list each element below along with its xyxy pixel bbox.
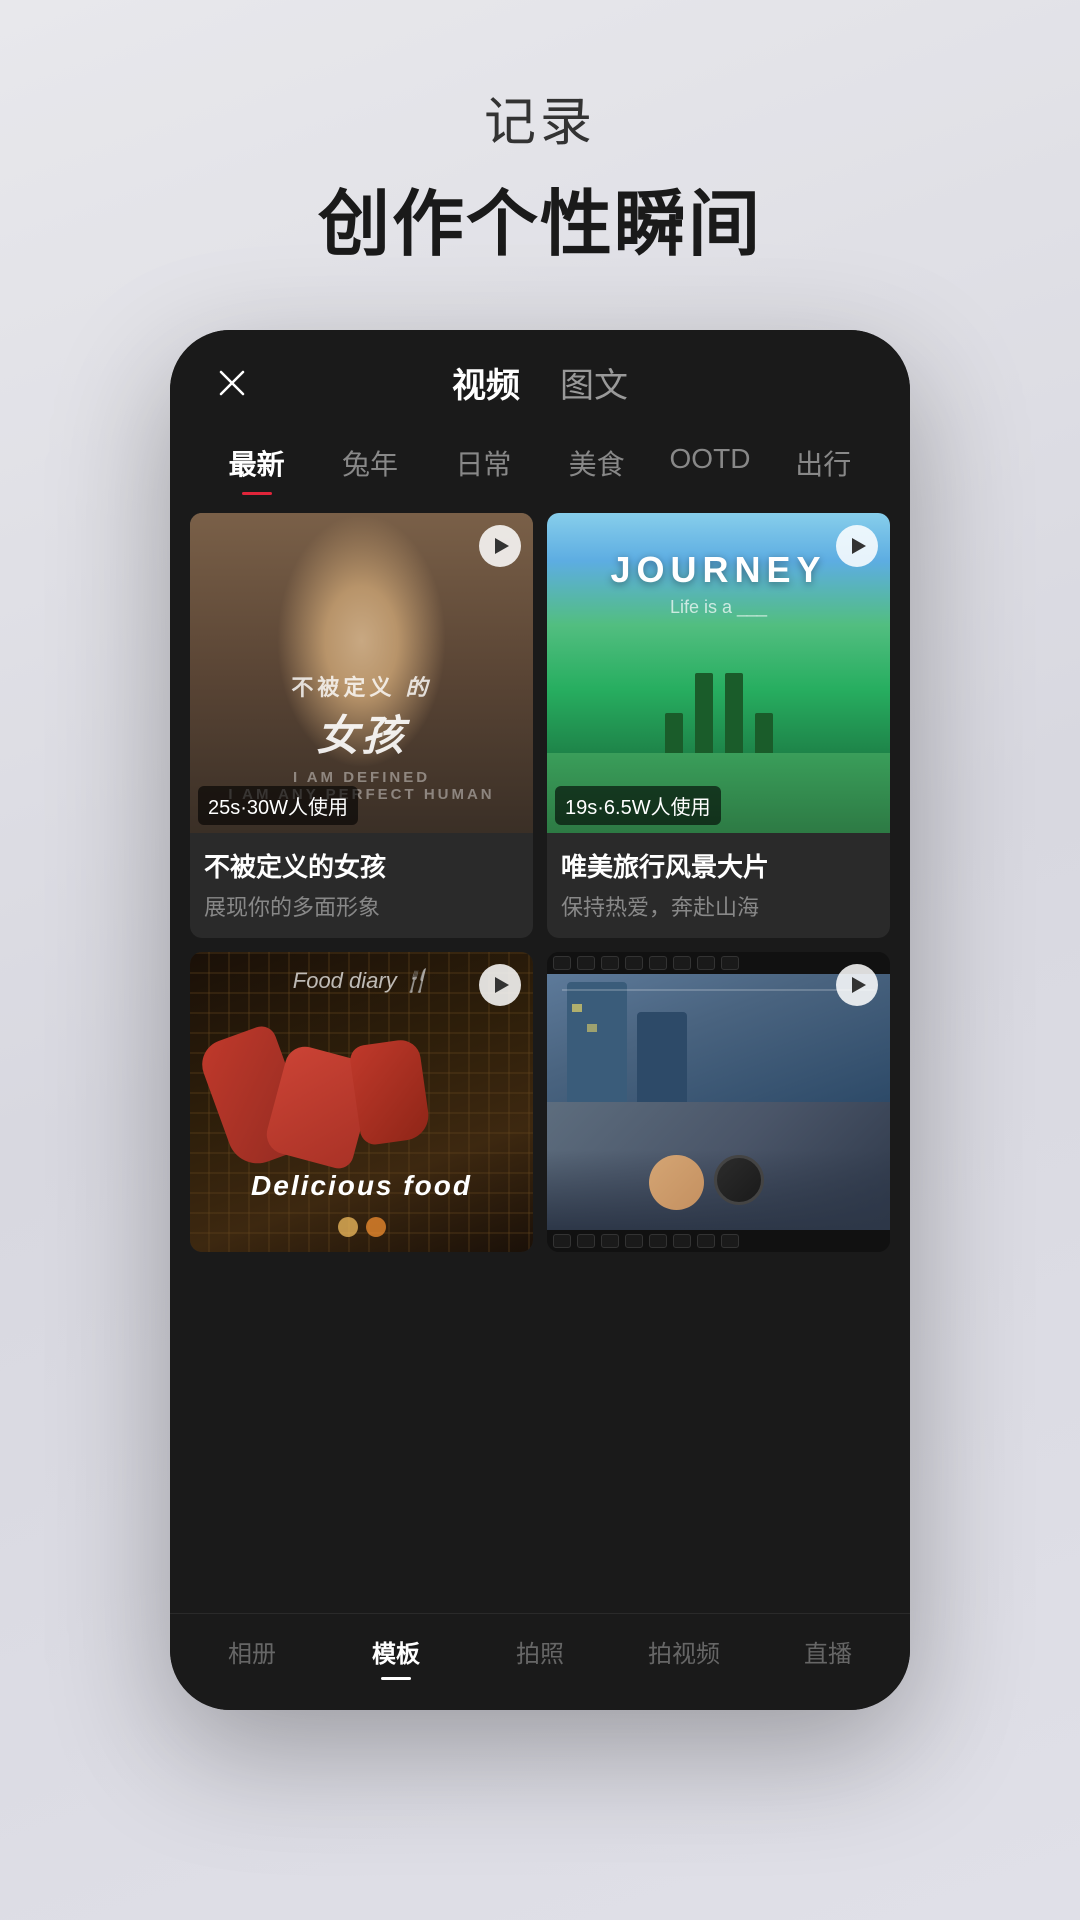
girl-overlay-text: 不被定义 的 女孩 I AM DEFINEDI AM ANY PERFECT H… [190, 670, 533, 803]
card-food[interactable]: Food diary 🍴 Delicious food [190, 952, 533, 1252]
film-hole-8 [721, 956, 739, 970]
film-hole-b2 [577, 1234, 595, 1248]
play-button-journey[interactable] [836, 525, 878, 567]
card-food-thumbnail: Food diary 🍴 Delicious food [190, 952, 533, 1252]
nav-photo-label: 拍照 [516, 1634, 564, 1669]
person-head-2 [714, 1155, 764, 1205]
window-2 [587, 1024, 597, 1032]
film-hole-b6 [673, 1234, 691, 1248]
nav-template-label: 模板 [372, 1634, 420, 1669]
card-girl-thumbnail: 不被定义 的 女孩 I AM DEFINEDI AM ANY PERFECT H… [190, 513, 533, 833]
card-girl-title: 不被定义的女孩 [204, 847, 519, 884]
film-strip-top [547, 952, 890, 974]
horizon-line [562, 989, 875, 991]
film-hole-5 [649, 956, 667, 970]
journey-title-text: JOURNEY [610, 549, 826, 591]
journey-bg: JOURNEY Life is a ___ [547, 513, 890, 833]
badge-girl: 25s·30W人使用 [198, 786, 358, 825]
card-journey-info: 唯美旅行风景大片 保持热爱，奔赴山海 [547, 833, 890, 938]
food-main-text: Delicious food [190, 1170, 533, 1202]
play-icon-food [495, 977, 509, 993]
nav-live[interactable]: 直播 [756, 1634, 900, 1680]
window-1 [572, 1004, 582, 1012]
meat-3 [348, 1038, 431, 1147]
film-strip-bottom [547, 1230, 890, 1252]
play-button-food[interactable] [479, 964, 521, 1006]
journey-sub-text: Life is a ___ [610, 597, 826, 618]
nav-image-text[interactable]: 图文 [560, 358, 628, 407]
play-button-film[interactable] [836, 964, 878, 1006]
film-bg [547, 952, 890, 1252]
badge-journey: 19s·6.5W人使用 [555, 786, 721, 825]
film-hole-1 [553, 956, 571, 970]
building-2 [637, 1012, 687, 1102]
nav-video[interactable]: 视频 [452, 358, 520, 407]
food-icon-1 [338, 1217, 358, 1237]
film-hole-6 [673, 956, 691, 970]
category-tabs: 最新 兔年 日常 美食 OOTD 出行 [170, 423, 910, 503]
nav-album[interactable]: 相册 [180, 1634, 324, 1680]
card-film-thumbnail [547, 952, 890, 1252]
film-image-bottom [547, 1102, 890, 1230]
play-button-girl[interactable] [479, 525, 521, 567]
nav-video-record[interactable]: 拍视频 [612, 1634, 756, 1680]
food-top-text: Food diary 🍴 [293, 968, 430, 994]
play-icon-girl [495, 538, 509, 554]
card-girl[interactable]: 不被定义 的 女孩 I AM DEFINEDI AM ANY PERFECT H… [190, 513, 533, 938]
film-hole-b1 [553, 1234, 571, 1248]
nav-album-label: 相册 [228, 1634, 276, 1669]
card-journey-desc: 保持热爱，奔赴山海 [561, 890, 876, 922]
top-nav: 视频 图文 [452, 358, 628, 407]
tab-daily[interactable]: 日常 [427, 431, 540, 503]
food-icons-row [338, 1217, 386, 1237]
nav-template[interactable]: 模板 [324, 1634, 468, 1680]
nav-photo[interactable]: 拍照 [468, 1634, 612, 1680]
close-button[interactable] [210, 361, 254, 405]
meat-container [205, 1012, 518, 1182]
food-icon-2 [366, 1217, 386, 1237]
nav-video-label: 拍视频 [648, 1634, 720, 1669]
food-bg: Food diary 🍴 Delicious food [190, 952, 533, 1252]
tab-latest[interactable]: 最新 [200, 431, 313, 503]
tab-travel[interactable]: 出行 [767, 431, 880, 503]
film-images [547, 974, 890, 1230]
tab-ootd[interactable]: OOTD [653, 431, 766, 503]
film-hole-b4 [625, 1234, 643, 1248]
person-head-1 [649, 1155, 704, 1210]
card-journey-title: 唯美旅行风景大片 [561, 847, 876, 884]
card-girl-desc: 展现你的多面形象 [204, 890, 519, 922]
close-icon [217, 368, 247, 398]
film-hole-2 [577, 956, 595, 970]
header-title: 创作个性瞬间 [318, 165, 762, 270]
header-subtitle: 记录 [318, 80, 762, 155]
page-header: 记录 创作个性瞬间 [318, 80, 762, 270]
card-film[interactable] [547, 952, 890, 1252]
film-hole-7 [697, 956, 715, 970]
film-hole-b8 [721, 1234, 739, 1248]
film-hole-3 [601, 956, 619, 970]
film-hole-b5 [649, 1234, 667, 1248]
tab-food[interactable]: 美食 [540, 431, 653, 503]
nav-live-label: 直播 [804, 1634, 852, 1669]
building-1 [567, 982, 627, 1102]
card-journey-thumbnail: JOURNEY Life is a ___ [547, 513, 890, 833]
film-hole-b7 [697, 1234, 715, 1248]
film-hole-4 [625, 956, 643, 970]
phone-frame: 视频 图文 最新 兔年 日常 美食 OOTD 出行 不被定义 的 女孩 I [170, 330, 910, 1710]
bottom-nav: 相册 模板 拍照 拍视频 直播 [170, 1613, 910, 1710]
tab-bunny[interactable]: 兔年 [313, 431, 426, 503]
cards-grid: 不被定义 的 女孩 I AM DEFINEDI AM ANY PERFECT H… [190, 513, 890, 1252]
card-girl-info: 不被定义的女孩 展现你的多面形象 [190, 833, 533, 938]
nav-template-indicator [381, 1677, 411, 1680]
card-journey[interactable]: JOURNEY Life is a ___ [547, 513, 890, 938]
content-area: 不被定义 的 女孩 I AM DEFINEDI AM ANY PERFECT H… [170, 503, 910, 1613]
girl-bg: 不被定义 的 女孩 I AM DEFINEDI AM ANY PERFECT H… [190, 513, 533, 833]
play-icon-journey [852, 538, 866, 554]
play-icon-film [852, 977, 866, 993]
top-bar: 视频 图文 [170, 330, 910, 423]
film-hole-b3 [601, 1234, 619, 1248]
